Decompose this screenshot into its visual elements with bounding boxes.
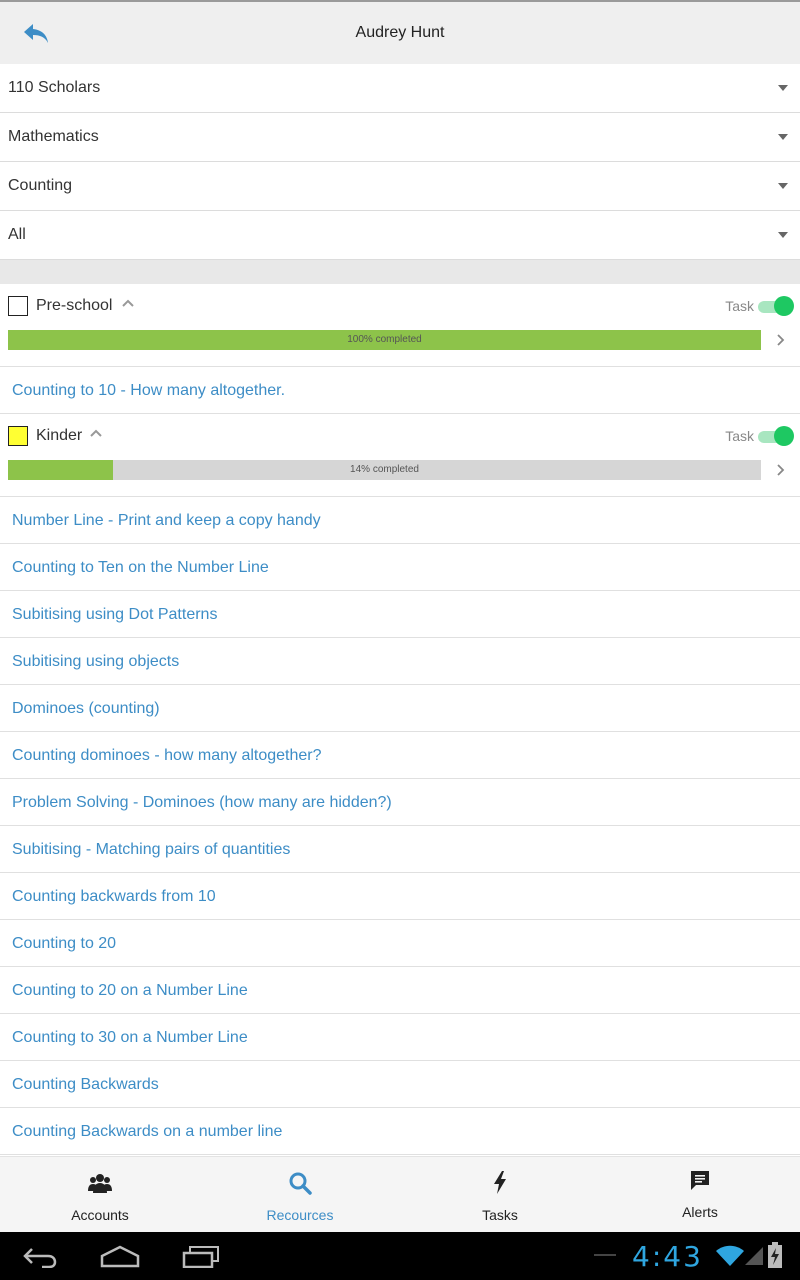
- dropdown-arrow-icon: [778, 134, 788, 140]
- task-label: Task: [725, 428, 754, 444]
- chevron-right-icon[interactable]: [776, 333, 786, 347]
- page-title: Audrey Hunt: [355, 24, 445, 41]
- resource-link[interactable]: Counting backwards from 10: [0, 873, 800, 920]
- nav-label: Recources: [266, 1207, 334, 1223]
- progress-text: 14% completed: [350, 464, 419, 475]
- resource-title: Subitising - Matching pairs of quantitie…: [12, 841, 291, 858]
- nav-accounts[interactable]: Accounts: [0, 1157, 200, 1233]
- resource-link[interactable]: Counting dominoes - how many altogether?: [0, 732, 800, 779]
- group-header-preschool: Pre-school Task 100% completed: [0, 284, 800, 367]
- resource-link[interactable]: Subitising using Dot Patterns: [0, 591, 800, 638]
- toggle-knob: [774, 426, 794, 446]
- progress-bar: 14% completed: [8, 460, 761, 480]
- dropdown-arrow-icon: [778, 232, 788, 238]
- nav-resources[interactable]: Recources: [200, 1157, 400, 1233]
- level-dropdown[interactable]: All: [0, 211, 800, 260]
- chevron-up-icon[interactable]: [89, 428, 103, 438]
- scholars-dropdown[interactable]: 110 Scholars: [0, 64, 800, 113]
- topic-dropdown[interactable]: Counting: [0, 162, 800, 211]
- group-checkbox[interactable]: [8, 296, 28, 316]
- resource-title: Counting to Ten on the Number Line: [12, 559, 269, 576]
- resource-title: Problem Solving - Dominoes (how many are…: [12, 794, 392, 811]
- resource-title: Counting to 20 on a Number Line: [12, 982, 248, 999]
- signal-icon: [745, 1247, 763, 1265]
- recent-apps-icon[interactable]: [182, 1246, 220, 1268]
- dropdown-value: Mathematics: [8, 128, 99, 145]
- resource-title: Subitising using Dot Patterns: [12, 606, 218, 623]
- app-header: Audrey Hunt: [0, 0, 800, 64]
- resource-title: Counting to 30 on a Number Line: [12, 1029, 248, 1046]
- resource-link[interactable]: Counting to 10 - How many altogether.: [0, 367, 800, 414]
- task-toggle[interactable]: [758, 296, 794, 316]
- home-nav-icon[interactable]: [100, 1244, 140, 1268]
- bottom-navigation: Accounts Recources Tasks Alerts: [0, 1156, 800, 1232]
- resource-link[interactable]: Counting Backwards: [0, 1061, 800, 1108]
- dropdown-value: Counting: [8, 177, 73, 194]
- task-label: Task: [725, 298, 754, 314]
- filter-list: 110 Scholars Mathematics Counting All: [0, 64, 800, 260]
- dropdown-value: All: [8, 226, 26, 243]
- chevron-right-icon[interactable]: [776, 463, 786, 477]
- dropdown-value: 110 Scholars: [8, 79, 101, 96]
- battery-icon: [768, 1242, 782, 1268]
- resource-link[interactable]: Counting to 20 on a Number Line: [0, 967, 800, 1014]
- group-name: Kinder: [36, 427, 83, 444]
- nav-label: Accounts: [71, 1207, 129, 1223]
- resource-link[interactable]: Counting Backwards on a number line: [0, 1108, 800, 1155]
- toggle-knob: [774, 296, 794, 316]
- progress-text: 100% completed: [347, 334, 422, 345]
- task-toggle[interactable]: [758, 426, 794, 446]
- resource-link[interactable]: Dominoes (counting): [0, 685, 800, 732]
- resource-title: Dominoes (counting): [12, 700, 160, 717]
- nav-alerts[interactable]: Alerts: [600, 1157, 800, 1233]
- progress-bar: 100% completed: [8, 330, 761, 350]
- resource-link[interactable]: Counting to Ten on the Number Line: [0, 544, 800, 591]
- resource-link[interactable]: Subitising using objects: [0, 638, 800, 685]
- resource-title: Counting Backwards: [12, 1076, 159, 1093]
- section-divider: [0, 260, 800, 284]
- resource-title: Counting to 20: [12, 935, 117, 952]
- chevron-up-icon[interactable]: [121, 298, 135, 308]
- resource-title: Counting backwards from 10: [12, 888, 216, 905]
- clock: 4:43: [632, 1240, 703, 1273]
- resource-title: Counting Backwards on a number line: [12, 1123, 283, 1140]
- resource-title: Number Line - Print and keep a copy hand…: [12, 512, 321, 529]
- wifi-icon: [716, 1245, 744, 1266]
- group-name: Pre-school: [36, 297, 113, 314]
- nav-label: Tasks: [482, 1207, 518, 1223]
- resource-link[interactable]: Number Line - Print and keep a copy hand…: [0, 497, 800, 544]
- notification-dash-icon: [594, 1254, 616, 1256]
- back-nav-icon[interactable]: [22, 1246, 58, 1268]
- nav-label: Alerts: [682, 1204, 718, 1220]
- resource-link[interactable]: Counting to 20: [0, 920, 800, 967]
- resource-title: Counting dominoes - how many altogether?: [12, 747, 322, 764]
- resource-link[interactable]: Problem Solving - Dominoes (how many are…: [0, 779, 800, 826]
- group-header-kinder: Kinder Task 14% completed: [0, 414, 800, 497]
- chat-bubble-icon: [691, 1171, 709, 1190]
- search-icon: [289, 1172, 312, 1195]
- dropdown-arrow-icon: [778, 183, 788, 189]
- resource-link[interactable]: Subitising - Matching pairs of quantitie…: [0, 826, 800, 873]
- subject-dropdown[interactable]: Mathematics: [0, 113, 800, 162]
- group-checkbox[interactable]: [8, 426, 28, 446]
- resource-title: Counting to 10 - How many altogether.: [12, 382, 286, 399]
- resource-title: Subitising using objects: [12, 653, 180, 670]
- lightning-icon: [494, 1171, 506, 1194]
- users-icon: [88, 1174, 112, 1193]
- system-navigation-bar: 4:43: [0, 1232, 800, 1280]
- dropdown-arrow-icon: [778, 85, 788, 91]
- resource-link[interactable]: Counting to 30 on a Number Line: [0, 1014, 800, 1061]
- nav-tasks[interactable]: Tasks: [400, 1157, 600, 1233]
